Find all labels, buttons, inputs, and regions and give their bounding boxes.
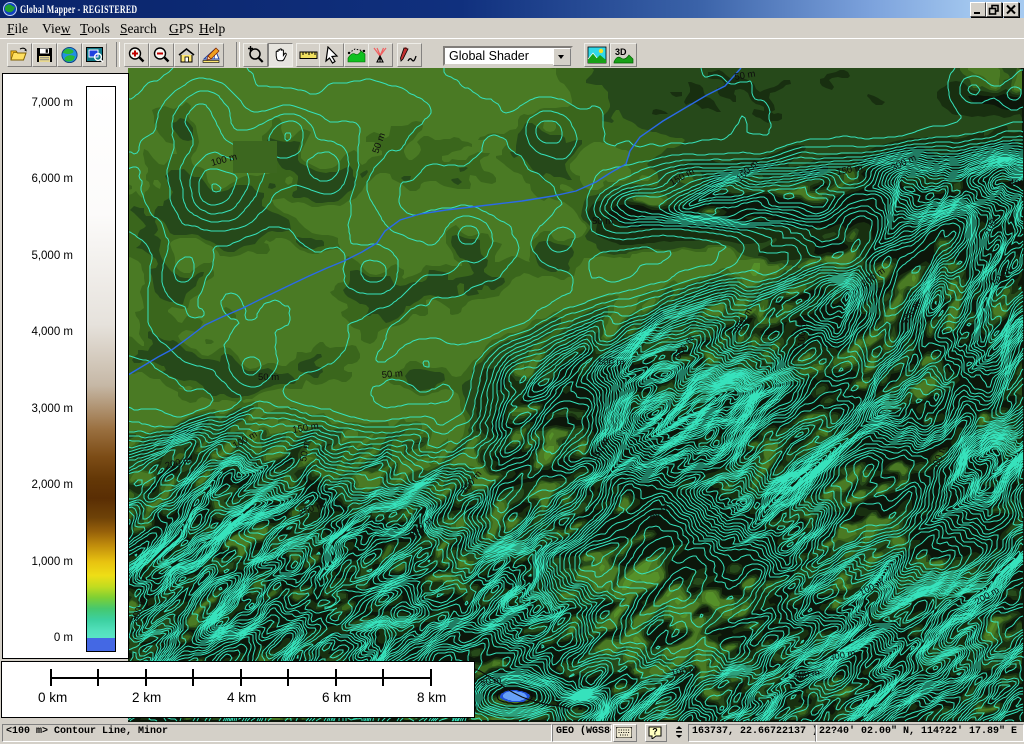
svg-text:100 m: 100 m <box>796 320 809 347</box>
svg-text:50 m: 50 m <box>381 368 403 381</box>
svg-text:?: ? <box>652 727 658 737</box>
svg-text:50 m: 50 m <box>258 372 279 383</box>
svg-text:3D: 3D <box>615 47 627 57</box>
svg-text:50 m: 50 m <box>592 216 613 227</box>
svg-text:500 m: 500 m <box>598 357 624 368</box>
svg-text:400: 400 <box>1009 178 1024 189</box>
